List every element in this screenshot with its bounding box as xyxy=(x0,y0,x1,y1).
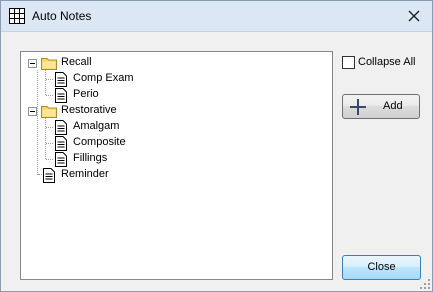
collapse-toggle[interactable] xyxy=(28,59,37,68)
tree-node-reminder[interactable]: Reminder xyxy=(21,167,221,183)
add-button-label: Add xyxy=(383,100,403,112)
tree-node-comp-exam[interactable]: Comp Exam xyxy=(21,71,221,87)
notes-tree[interactable]: Recall Comp Exam Perio Restorative Amalg… xyxy=(20,51,333,280)
document-icon xyxy=(55,72,67,87)
tree-node-perio[interactable]: Perio xyxy=(21,87,221,103)
document-icon xyxy=(55,136,67,151)
close-button[interactable]: Close xyxy=(342,255,421,280)
auto-notes-window: Auto Notes Recall Comp Exam Perio Restor… xyxy=(0,0,433,292)
document-icon xyxy=(55,88,67,103)
close-button-label: Close xyxy=(367,261,396,273)
tree-node-label: Reminder xyxy=(61,168,109,180)
checkbox-box[interactable] xyxy=(342,56,355,69)
tree-node-label: Restorative xyxy=(61,104,117,116)
tree-node-amalgam[interactable]: Amalgam xyxy=(21,119,221,135)
tree-node-label: Amalgam xyxy=(73,120,120,132)
window-title: Auto Notes xyxy=(32,9,92,23)
collapse-toggle[interactable] xyxy=(28,107,37,116)
tree-node-restorative[interactable]: Restorative xyxy=(21,103,221,119)
resize-grip-icon[interactable] xyxy=(419,278,431,290)
tree-node-label: Fillings xyxy=(73,152,108,164)
close-icon[interactable] xyxy=(406,8,422,24)
folder-icon xyxy=(41,106,57,118)
folder-icon xyxy=(41,58,57,70)
document-icon xyxy=(55,120,67,135)
tree-node-label: Comp Exam xyxy=(73,72,134,84)
tree-node-fillings[interactable]: Fillings xyxy=(21,151,221,167)
add-button[interactable]: Add xyxy=(342,94,420,119)
tree-node-recall[interactable]: Recall xyxy=(21,55,221,71)
tree-node-label: Composite xyxy=(73,136,126,148)
collapse-all-label: Collapse All xyxy=(358,56,416,68)
document-icon xyxy=(55,152,67,167)
tree-node-label: Recall xyxy=(61,56,92,68)
title-bar: Auto Notes xyxy=(1,1,432,32)
plus-icon xyxy=(350,99,366,115)
grid-icon xyxy=(9,8,25,24)
tree-node-composite[interactable]: Composite xyxy=(21,135,221,151)
document-icon xyxy=(43,168,55,183)
tree-node-label: Perio xyxy=(73,88,99,100)
